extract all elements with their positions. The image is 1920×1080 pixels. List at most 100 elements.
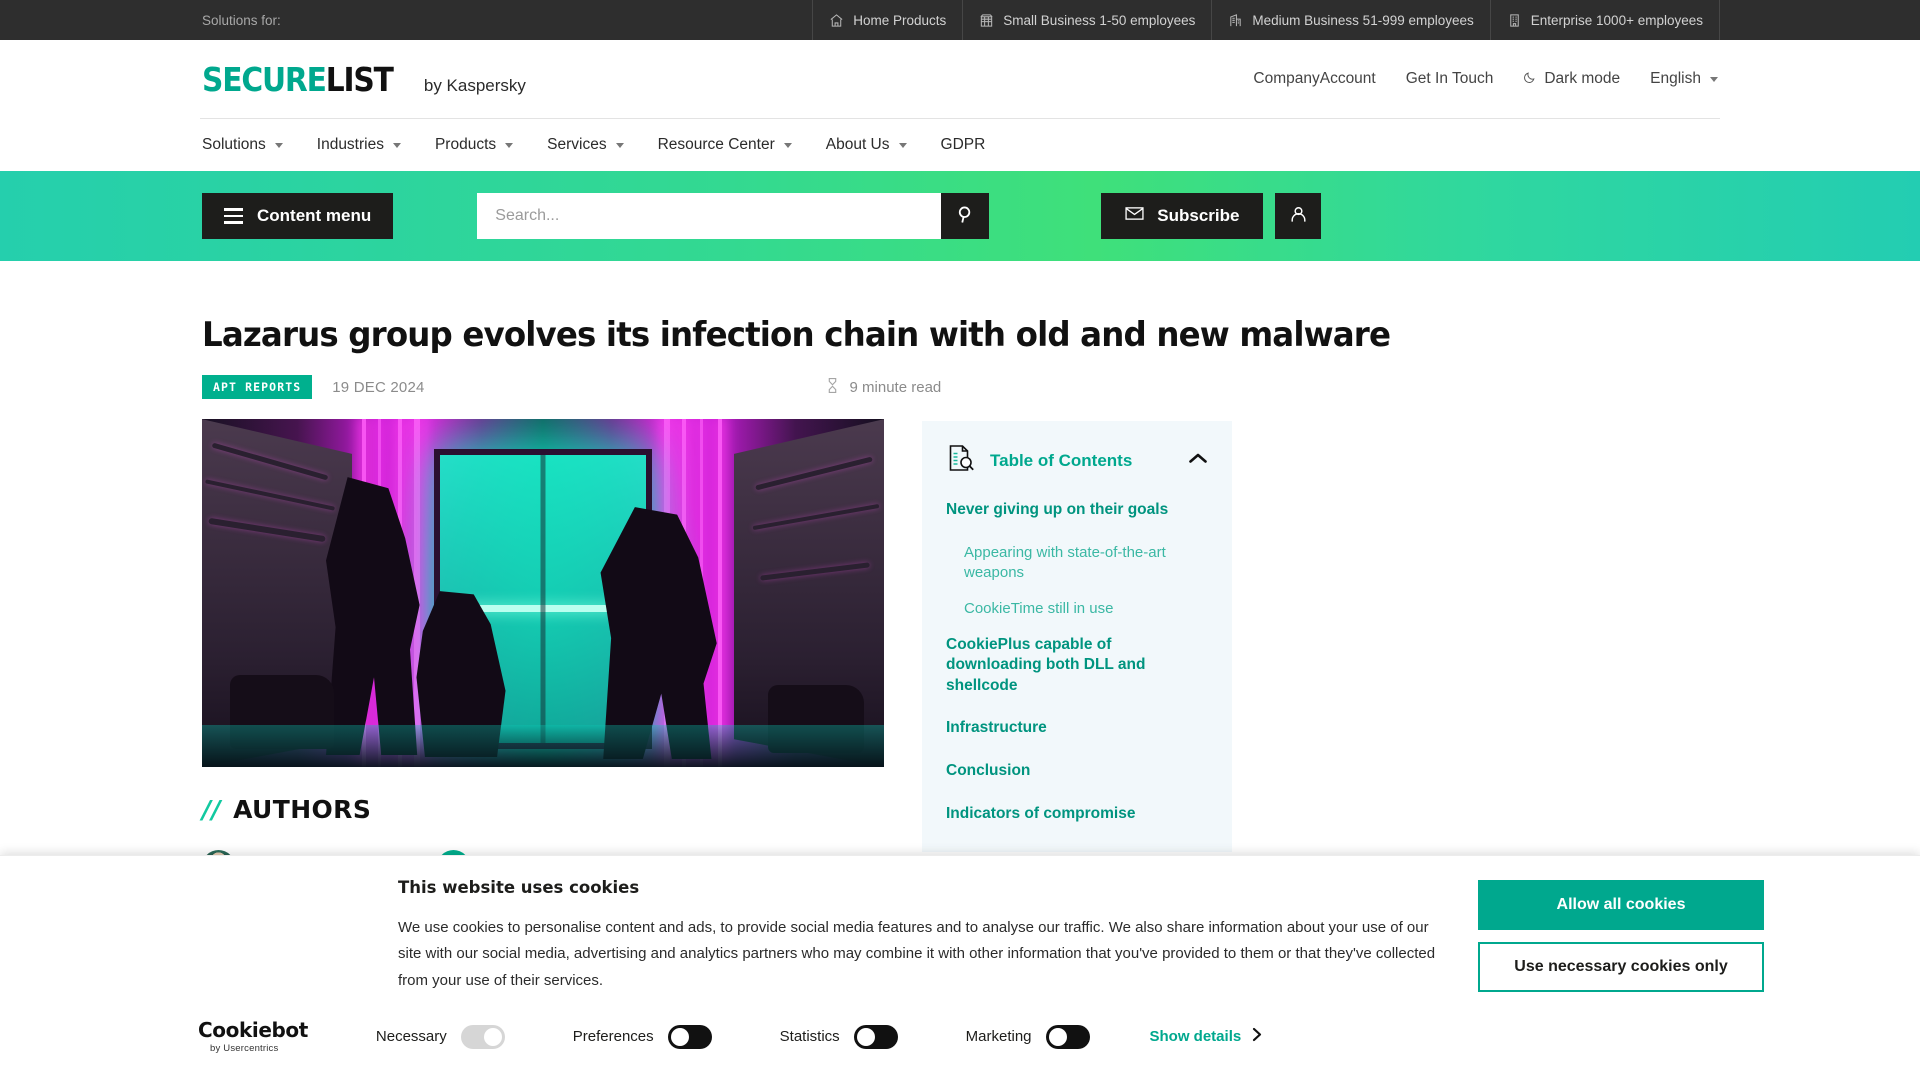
nav-item-about-us[interactable]: About Us — [826, 136, 907, 154]
subscribe-label: Subscribe — [1157, 206, 1240, 225]
securelist-logo[interactable]: SECURELIST by Kaspersky — [202, 63, 526, 96]
content-menu-button[interactable]: Content menu — [202, 193, 394, 239]
chevron-down-icon — [505, 142, 514, 148]
main-navigation: Solutions Industries Products Services R… — [200, 119, 1720, 171]
solutions-for-label: Solutions for: — [202, 12, 281, 28]
top-bar-item-label: Home Products — [853, 12, 947, 28]
chevron-down-icon — [898, 142, 907, 148]
table-of-contents: Table of Contents Never giving up on the… — [922, 421, 1232, 853]
header-link-language[interactable]: English — [1650, 70, 1718, 88]
nav-item-resource-center[interactable]: Resource Center — [658, 136, 792, 154]
cookie-consent-banner: This website uses cookies We use cookies… — [0, 855, 1920, 1080]
nav-item-industries[interactable]: Industries — [317, 136, 401, 154]
document-search-icon — [946, 443, 976, 478]
account-button[interactable] — [1275, 193, 1322, 239]
header-top-row: SECURELIST by Kaspersky CompanyAccount G… — [200, 40, 1720, 118]
header-link-label: Dark mode — [1544, 70, 1621, 87]
cookiebot-brand-byline: by Usercentrics — [210, 1042, 279, 1054]
nav-item-solutions[interactable]: Solutions — [202, 136, 283, 154]
allow-all-cookies-button[interactable]: Allow all cookies — [1478, 880, 1764, 930]
cookie-action-buttons: Allow all cookies Use necessary cookies … — [1478, 878, 1764, 994]
cookie-banner-description: We use cookies to personalise content an… — [398, 919, 1436, 989]
header-link-dark-mode[interactable]: Dark mode — [1523, 70, 1620, 89]
small-business-icon — [979, 13, 994, 28]
logo-byline: by Kaspersky — [423, 75, 526, 95]
top-bar-item-medium-business[interactable]: Medium Business 51-999 employees — [1211, 0, 1489, 40]
consent-group-preferences: Preferences — [573, 1024, 712, 1049]
cookiebot-brand-name: Cookiebot — [198, 1017, 308, 1042]
nav-item-services[interactable]: Services — [547, 136, 624, 154]
nav-item-label: Products — [434, 136, 497, 153]
top-bar-item-enterprise[interactable]: Enterprise 1000+ employees — [1489, 0, 1720, 40]
consent-group-marketing: Marketing — [966, 1024, 1090, 1049]
search-box — [477, 193, 990, 239]
envelope-icon — [1125, 206, 1144, 226]
home-icon — [829, 13, 844, 28]
top-bar-item-label: Medium Business 51-999 employees — [1252, 12, 1474, 28]
show-details-label: Show details — [1149, 1028, 1242, 1045]
chevron-down-icon — [392, 142, 401, 148]
consent-group-statistics: Statistics — [779, 1024, 898, 1049]
show-details-link[interactable]: Show details — [1150, 1027, 1264, 1046]
consent-label: Statistics — [779, 1028, 840, 1045]
search-submit-button[interactable] — [941, 193, 990, 239]
authors-heading-label: AUTHORS — [233, 795, 372, 825]
nav-item-label: GDPR — [940, 136, 986, 153]
search-input[interactable] — [477, 193, 942, 239]
top-bar-item-label: Enterprise 1000+ employees — [1530, 12, 1703, 28]
toc-link-cookieplus[interactable]: CookiePlus capable of downloading both D… — [946, 635, 1208, 697]
medium-business-icon — [1228, 13, 1243, 28]
chevron-down-icon — [783, 142, 792, 148]
toc-link-state-of-the-art-weapons[interactable]: Appearing with state-of-the-art weapons — [964, 543, 1208, 583]
authors-heading: // AUTHORS — [202, 795, 884, 824]
header-link-company-account[interactable]: CompanyAccount — [1253, 70, 1375, 88]
use-necessary-cookies-only-button[interactable]: Use necessary cookies only — [1478, 942, 1764, 992]
page-title: Lazarus group evolves its infection chai… — [202, 315, 1391, 355]
toc-link-infrastructure[interactable]: Infrastructure — [946, 718, 1208, 739]
hamburger-icon — [224, 208, 243, 224]
top-bar-item-label: Small Business 1-50 employees — [1003, 12, 1196, 28]
chevron-up-icon[interactable] — [1188, 452, 1208, 470]
content-menu-label: Content menu — [257, 206, 372, 225]
logo-part-list: LIST — [325, 59, 394, 99]
header-link-get-in-touch[interactable]: Get In Touch — [1406, 70, 1494, 88]
toc-link-conclusion[interactable]: Conclusion — [946, 761, 1208, 782]
toc-link-indicators-of-compromise[interactable]: Indicators of compromise — [946, 804, 1208, 825]
toc-link-cookietime-still-in-use[interactable]: CookieTime still in use — [964, 599, 1208, 619]
hero-floor — [202, 725, 884, 768]
article-meta: APT REPORTS 19 DEC 2024 9 minute read — [202, 375, 1718, 400]
chevron-down-icon — [1710, 76, 1718, 82]
magnifier-icon — [955, 204, 976, 228]
read-time: 9 minute read — [825, 377, 941, 398]
article-container: Lazarus group evolves its infection chai… — [200, 315, 1720, 884]
nav-item-label: About Us — [825, 136, 890, 153]
site-header: SECURELIST by Kaspersky CompanyAccount G… — [200, 40, 1720, 171]
top-bar-spacer — [299, 0, 812, 40]
nav-item-gdpr[interactable]: GDPR — [941, 136, 986, 154]
hero-column: // AUTHORS VASILY BERDNIKOV Expert SOJUN… — [202, 419, 884, 884]
subscribe-button[interactable]: Subscribe — [1101, 193, 1264, 239]
top-utility-bar: Solutions for: Home Products Small Busin… — [0, 0, 1920, 40]
consent-group-necessary: Necessary — [375, 1024, 505, 1049]
header-link-label: English — [1650, 70, 1701, 87]
toggle-marketing[interactable] — [1045, 1024, 1090, 1049]
user-icon — [1288, 204, 1309, 228]
toggle-preferences[interactable] — [667, 1024, 712, 1049]
cookie-banner-top: This website uses cookies We use cookies… — [0, 856, 1920, 994]
header-link-label: CompanyAccount — [1253, 70, 1376, 87]
cookiebot-logo[interactable]: Cookiebot by Usercentrics — [198, 1020, 308, 1054]
header-links: CompanyAccount Get In Touch Dark mode En… — [1253, 70, 1718, 89]
cookie-text-block: This website uses cookies We use cookies… — [398, 878, 1438, 994]
category-tag-badge[interactable]: APT REPORTS — [202, 375, 313, 400]
nav-item-label: Industries — [316, 136, 384, 153]
toc-link-never-giving-up[interactable]: Never giving up on their goals — [946, 500, 1208, 521]
top-bar-item-home-products[interactable]: Home Products — [812, 0, 962, 40]
chevron-right-icon — [1252, 1027, 1263, 1046]
hourglass-icon — [825, 377, 840, 398]
toc-header[interactable]: Table of Contents — [946, 443, 1208, 478]
top-bar-item-small-business[interactable]: Small Business 1-50 employees — [962, 0, 1211, 40]
nav-item-products[interactable]: Products — [434, 136, 514, 154]
toggle-necessary[interactable] — [460, 1024, 505, 1049]
toggle-statistics[interactable] — [853, 1024, 898, 1049]
consent-label: Necessary — [375, 1028, 447, 1045]
